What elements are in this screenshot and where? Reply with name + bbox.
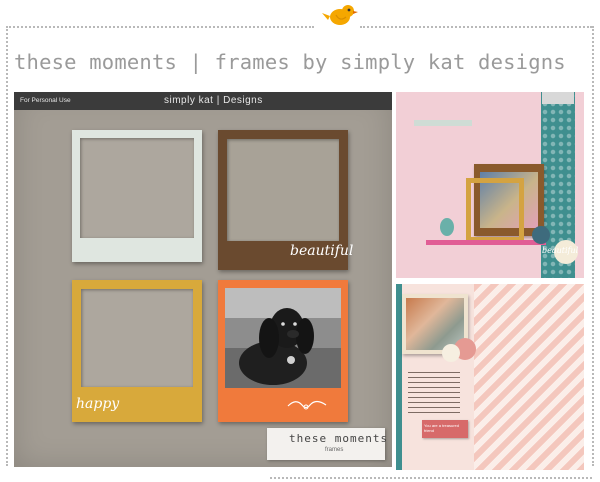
- dotted-border-top: [6, 26, 314, 28]
- cream-flower-2: [442, 344, 460, 362]
- brown-frame: beautiful: [218, 130, 353, 270]
- flowers: [532, 226, 550, 244]
- card-header: For Personal Use simply kat | Designs: [14, 92, 392, 110]
- dotted-border-top-right: [360, 26, 592, 28]
- dog-photo: [225, 288, 341, 388]
- sample1-caption: beautiful: [542, 246, 579, 255]
- beautiful-caption: beautiful: [290, 243, 354, 259]
- chevron-background: [474, 284, 584, 470]
- photo-frame-front: [466, 178, 524, 242]
- bird-logo-icon: [322, 5, 358, 25]
- dotted-border-left: [6, 26, 8, 466]
- white-frame: [72, 130, 202, 262]
- frames-product-card: For Personal Use simply kat | Designs be…: [14, 92, 392, 467]
- tag-title: these moments: [289, 432, 389, 445]
- sample-layout-2: You are a treasured friend: [396, 284, 584, 470]
- happy-caption: happy: [76, 396, 120, 412]
- personal-use-label: For Personal Use: [20, 97, 71, 104]
- white-frame-opening: [80, 138, 194, 238]
- orange-photo-frame: [218, 280, 348, 422]
- sample-layout-1: beautiful: [396, 92, 584, 278]
- product-title-tag: these moments frames: [267, 428, 389, 460]
- flourish-icon: [287, 400, 327, 410]
- ledge: [426, 240, 546, 245]
- dotted-border-bottom: [270, 477, 592, 479]
- bird-ornament: [440, 218, 454, 236]
- brand-label: simply kat | Designs: [164, 95, 263, 106]
- yellow-frame-opening: [81, 289, 193, 387]
- dotted-border-right: [592, 26, 594, 466]
- page-title: these moments | frames by simply kat des…: [14, 50, 566, 74]
- yellow-frame: happy: [72, 280, 202, 422]
- grey-tab: [542, 92, 574, 104]
- note-text: You are a treasured friend: [424, 423, 459, 433]
- journal-lines: [408, 368, 460, 414]
- brown-frame-opening: [227, 139, 339, 241]
- tag-subtitle: frames: [325, 447, 344, 453]
- label-strip: [414, 120, 472, 126]
